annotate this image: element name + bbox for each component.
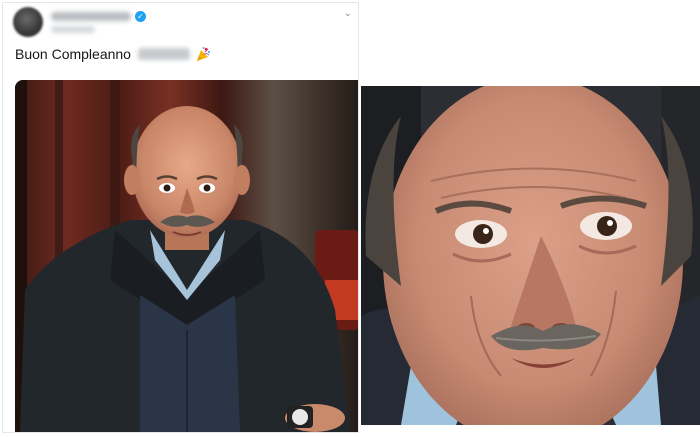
closeup-photo [361, 86, 700, 425]
photo-man-seated-in-studio [15, 80, 358, 432]
photo-man-face-closeup [361, 86, 700, 425]
redacted-name-text [137, 48, 190, 60]
author-handle-redacted[interactable] [51, 26, 95, 33]
tweet-card[interactable]: ✓ ⌄ Buon Compleanno [2, 2, 359, 433]
avatar[interactable] [13, 7, 43, 37]
tweet-media-photo[interactable] [15, 80, 358, 432]
tweet-text-content: Buon Compleanno [15, 46, 131, 62]
author-name-redacted[interactable] [51, 12, 131, 21]
chevron-down-icon[interactable]: ⌄ [344, 8, 352, 19]
party-popper-icon [195, 46, 211, 62]
verified-badge-icon: ✓ [135, 11, 146, 22]
tweet-text: Buon Compleanno [15, 43, 211, 65]
